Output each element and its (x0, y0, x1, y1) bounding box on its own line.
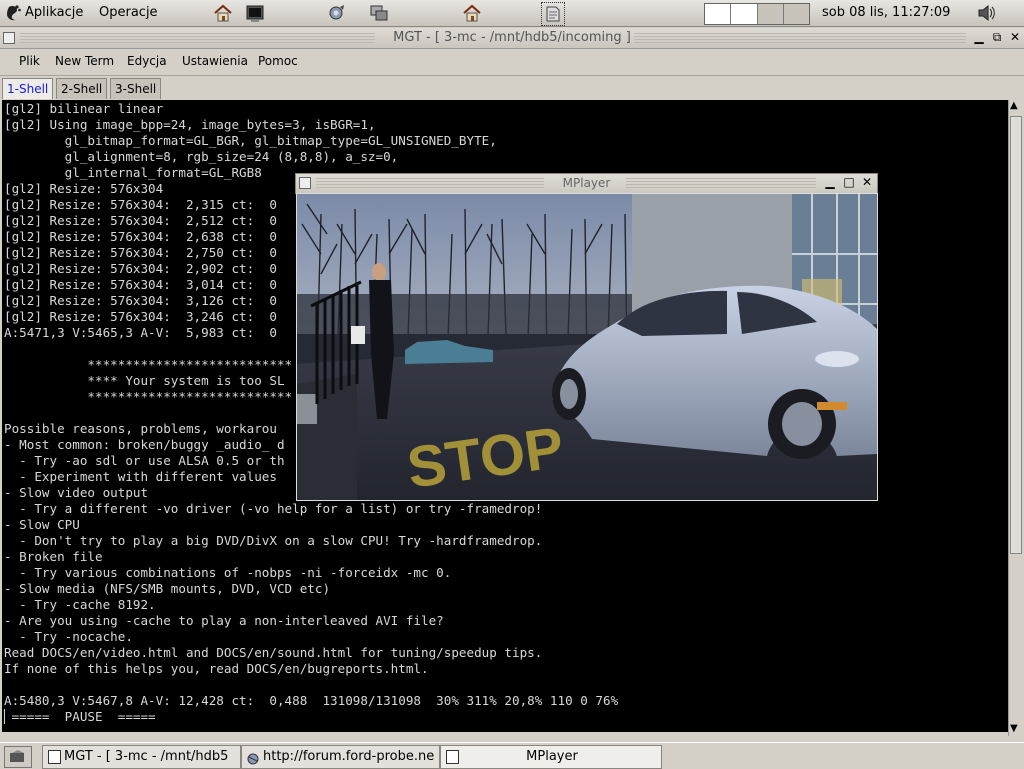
menu-ustawienia[interactable]: Ustawienia (182, 54, 248, 68)
tab-3-shell[interactable]: 3-Shell (110, 78, 162, 99)
terminal-line: - Try a different -vo driver (-vo help f… (4, 501, 543, 516)
terminal-line: - Try -cache 8192. (4, 597, 156, 612)
terminal-line: - Most common: broken/buggy _audio_ d (4, 437, 285, 452)
applications-menu[interactable]: Aplikacje (25, 5, 83, 20)
terminal-line: gl_alignment=8, rgb_size=24 (8,8,8), a_s… (4, 149, 399, 164)
terminal-line: **** Your system is too SL (4, 373, 285, 388)
notes-icon[interactable] (541, 2, 565, 26)
menu-edycja[interactable]: Edycja (127, 54, 167, 68)
terminal-line: - Are you using -cache to play a non-int… (4, 613, 444, 628)
taskbar-item-label: MPlayer (526, 749, 578, 764)
titlebar-grip (626, 178, 816, 188)
scroll-up-icon[interactable]: ▲ (1010, 100, 1018, 111)
taskbar-item-mgt[interactable]: MGT - [ 3-mc - /mnt/hdb5 (42, 745, 241, 769)
minimize-button[interactable]: ▁ (972, 30, 986, 44)
terminal-line: Possible reasons, problems, workarou (4, 421, 277, 436)
taskbar-item-label: http://forum.ford-probe.ne (263, 749, 435, 764)
terminal-line: [gl2] Resize: 576x304: 2,750 ct: 0 (4, 245, 277, 260)
mplayer-close-button[interactable]: ✕ (860, 175, 874, 189)
terminal-icon[interactable] (244, 2, 266, 24)
terminal-line: [gl2] Resize: 576x304: 2,638 ct: 0 (4, 229, 277, 244)
maximize-button[interactable]: ⧉ (990, 30, 1004, 44)
terminal-line: A:5480,3 V:5467,8 A-V: 12,428 ct: 0,488 … (4, 693, 619, 708)
terminal-line: [gl2] Using image_bpp=24, image_bytes=3,… (4, 117, 376, 132)
volume-icon[interactable] (975, 2, 997, 24)
menu-pomoc[interactable]: Pomoc (258, 54, 298, 68)
workspace-3[interactable] (758, 4, 784, 24)
terminal-line: - Try -nocache. (4, 629, 133, 644)
mplayer-minimize-button[interactable]: ▁ (823, 175, 837, 189)
terminal-line: ▏===== PAUSE ===== (4, 709, 156, 724)
windows-icon[interactable] (368, 2, 390, 24)
terminal-line: [gl2] Resize: 576x304: 3,126 ct: 0 (4, 293, 277, 308)
window-icon (446, 749, 459, 764)
terminal-line: [gl2] Resize: 576x304: 2,902 ct: 0 (4, 261, 277, 276)
terminal-line: If none of this helps you, read DOCS/en/… (4, 661, 429, 676)
menu-plik[interactable]: Plik (19, 54, 40, 68)
home-icon[interactable] (212, 2, 234, 24)
mplayer-video-frame[interactable]: STOP (296, 193, 878, 501)
terminal-line: - Broken file (4, 549, 103, 564)
mplayer-maximize-button[interactable]: □ (842, 175, 856, 189)
terminal-line: - Try various combinations of -nobps -ni… (4, 565, 452, 580)
top-panel: Aplikacje Operacje sob 08 lis, 11:27:09 (0, 0, 1024, 27)
terminal-line: - Slow CPU (4, 517, 80, 532)
terminal-line: gl_internal_format=GL_RGB8 (4, 165, 262, 180)
terminal-line: - Don't try to play a big DVD/DivX on a … (4, 533, 543, 548)
main-window-titlebar[interactable]: MGT - [ 3-mc - /mnt/hdb5/incoming ] ▁ ⧉ … (0, 28, 1024, 49)
window-icon (48, 749, 61, 764)
terminal-line: - Experiment with different values (4, 469, 277, 484)
settings-icon[interactable] (325, 2, 347, 24)
terminal-line: [gl2] Resize: 576x304 (4, 181, 164, 196)
terminal-line: *************************** (4, 357, 293, 372)
terminal-line: gl_bitmap_format=GL_BGR, gl_bitmap_type=… (4, 133, 497, 148)
taskbar: MGT - [ 3-mc - /mnt/hdb5 http://forum.fo… (0, 742, 1024, 769)
workspace-4[interactable] (784, 4, 809, 24)
terminal-line: - Try -ao sdl or use ALSA 0.5 or th (4, 453, 285, 468)
terminal-line: - Slow media (NFS/SMB mounts, DVD, VCD e… (4, 581, 331, 596)
video-scene-image: STOP (297, 194, 877, 500)
terminal-line: [gl2] Resize: 576x304: 3,014 ct: 0 (4, 277, 277, 292)
gnome-foot-icon[interactable] (2, 2, 24, 24)
menu-new-term[interactable]: New Term (55, 54, 114, 68)
terminal-line: - Slow video output (4, 485, 149, 500)
show-desktop-icon[interactable] (4, 746, 32, 768)
browser-icon (246, 751, 260, 764)
scrollbar-thumb[interactable] (1010, 116, 1022, 554)
terminal-line: Read DOCS/en/video.html and DOCS/en/soun… (4, 645, 543, 660)
scroll-down-icon[interactable]: ▼ (1010, 723, 1018, 734)
workspace-2[interactable] (731, 4, 758, 24)
taskbar-item-browser[interactable]: http://forum.ford-probe.ne (241, 745, 440, 769)
close-button[interactable]: ✕ (1008, 30, 1022, 44)
tab-bar: 1-Shell 2-Shell 3-Shell (0, 76, 1024, 100)
tab-1-shell[interactable]: 1-Shell (2, 78, 54, 99)
actions-menu[interactable]: Operacje (99, 5, 158, 20)
mplayer-titlebar[interactable]: MPlayer ▁ □ ✕ (295, 173, 878, 194)
clock[interactable]: sob 08 lis, 11:27:09 (822, 5, 950, 20)
terminal-line: [gl2] Resize: 576x304: 3,246 ct: 0 (4, 309, 277, 324)
terminal-line: [gl2] Resize: 576x304: 2,512 ct: 0 (4, 213, 277, 228)
titlebar-grip (634, 33, 966, 43)
home-folder-icon[interactable] (461, 2, 483, 24)
terminal-line: A:5471,3 V:5465,3 A-V: 5,983 ct: 0 (4, 325, 277, 340)
terminal-line: [gl2] Resize: 576x304: 2,315 ct: 0 (4, 197, 277, 212)
terminal-line: [gl2] bilinear linear (4, 101, 164, 116)
tab-2-shell[interactable]: 2-Shell (56, 78, 108, 99)
menu-bar: Plik New Term Edycja Ustawienia Pomoc (0, 49, 1024, 76)
terminal-line: *************************** (4, 389, 293, 404)
taskbar-item-mplayer[interactable]: MPlayer (440, 745, 662, 769)
workspace-pager[interactable] (704, 3, 810, 25)
taskbar-item-label: MGT - [ 3-mc - /mnt/hdb5 (64, 749, 229, 764)
workspace-1[interactable] (705, 4, 732, 24)
